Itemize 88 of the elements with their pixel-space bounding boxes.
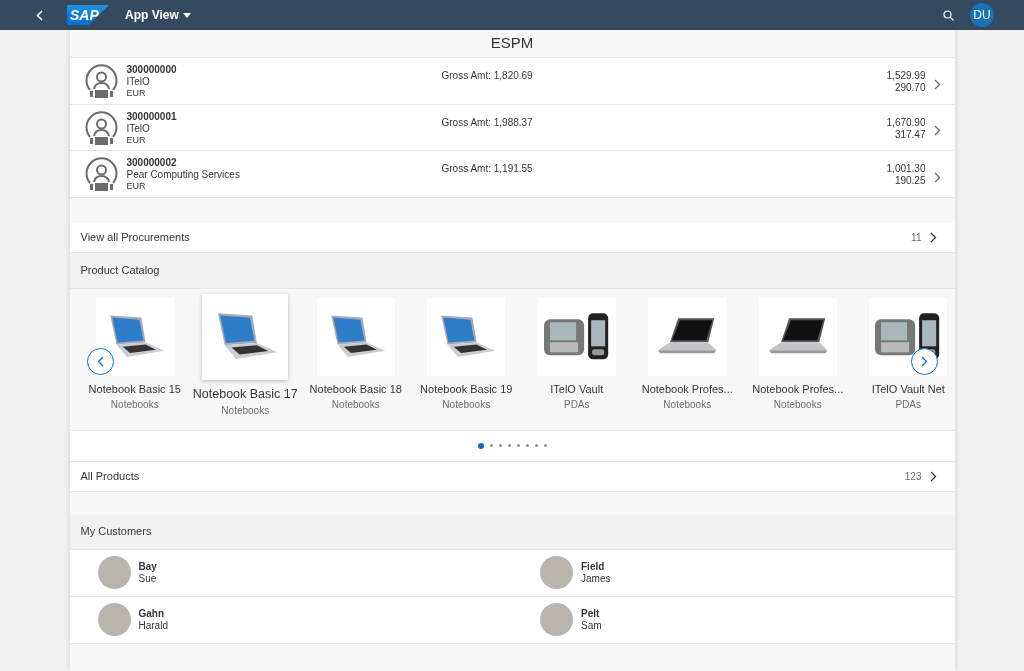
product-category: Notebooks (221, 404, 270, 419)
page-indicator-dot[interactable] (498, 444, 502, 447)
avatar-placeholder (540, 603, 573, 636)
procurement-row[interactable]: 300000000 ITelO EUR Gross Amt: 1,820.69 1,529.99 290.70 (69, 58, 955, 105)
chevron-left-icon (96, 356, 104, 368)
chevron-right-icon (933, 78, 941, 90)
count-text: 123 (904, 469, 922, 484)
net-amount-text: 1,529.99 (886, 70, 926, 82)
procurement-row[interactable]: 300000002 Pear Computing Services EUR Gross Amt: 1,191.55 1,001.30 190.25 (69, 151, 955, 198)
section-title: My Customers (80, 523, 152, 539)
avatar-placeholder (540, 556, 573, 589)
product-tile[interactable]: Notebook Basic 15 Notebooks (79, 293, 190, 430)
supplier-name: ITelO (126, 122, 151, 135)
product-category: Notebooks (663, 398, 712, 412)
product-category: Notebooks (110, 398, 159, 412)
product-tile[interactable]: Notebook Profes... Notebooks (632, 293, 743, 430)
procurement-row[interactable]: 300000001 ITelO EUR Gross Amt: 1,988.37 1,670.90 317.47 (69, 104, 955, 151)
currency-text: EUR (126, 134, 147, 146)
customer-first-name: Sue (138, 572, 157, 585)
section-title: Product Catalog (80, 262, 160, 278)
product-category: PDAs (563, 398, 590, 412)
search-icon[interactable] (943, 9, 954, 21)
product-tile[interactable]: Notebook Profes... Notebooks (742, 293, 853, 430)
product-tile[interactable]: Notebook Basic 17 Notebooks (190, 293, 301, 430)
customer-last-name: Gahn (138, 607, 166, 620)
customer-last-name: Pelt (581, 607, 601, 620)
page-indicator-dot[interactable] (516, 444, 520, 447)
page-indicator-dot[interactable] (507, 444, 511, 447)
chevron-right-icon (929, 470, 937, 482)
all-products-link[interactable]: All Products 123 (69, 461, 955, 492)
supplier-name: ITelO (126, 76, 151, 88)
product-name: Notebook Basic 15 (88, 381, 181, 397)
chevron-right-icon (933, 125, 941, 136)
product-category: Notebooks (331, 398, 380, 412)
net-amount-text: 1,001.30 (886, 163, 926, 175)
avatar-placeholder (97, 556, 131, 589)
caret-icon (182, 12, 191, 18)
tax-amount-text: 190.25 (893, 175, 926, 187)
person-icon (83, 64, 119, 99)
page-indicator-dot[interactable] (489, 444, 493, 447)
page-indicator-dot[interactable] (525, 444, 529, 447)
product-category: Notebooks (773, 398, 822, 412)
tax-amount-text: 317.47 (893, 128, 926, 141)
customer-last-name: Bay (138, 560, 157, 573)
app-title-menu[interactable]: App View (125, 6, 191, 24)
product-name: Notebook Profes... (641, 381, 733, 397)
product-name: ITelO Vault (550, 381, 604, 397)
page-indicator-dot[interactable] (477, 442, 484, 449)
view-all-procurements-link[interactable]: View all Procurements 11 (69, 222, 955, 253)
page-title: ESPM (490, 33, 534, 54)
avatar-placeholder (97, 603, 131, 636)
customer-first-name: James (581, 572, 611, 585)
customer-last-name: Field (581, 560, 606, 573)
logo: SAP (67, 5, 109, 25)
page-indicator-dot[interactable] (534, 444, 538, 447)
person-icon (83, 110, 119, 146)
document-number: 300000001 (126, 110, 178, 123)
product-name: ITelO Vault Net (871, 381, 945, 397)
product-tile[interactable]: Notebook Basic 19 Notebooks (411, 293, 522, 430)
net-amount-text: 1,670.90 (886, 116, 926, 129)
count-text: 11 (911, 230, 922, 245)
chevron-right-icon (920, 356, 928, 368)
chevron-right-icon (929, 231, 937, 243)
page-indicator-dot[interactable] (543, 444, 547, 447)
product-category: Notebooks (442, 398, 491, 412)
currency-text: EUR (126, 88, 147, 99)
user-avatar[interactable]: DU (970, 3, 994, 27)
product-category: PDAs (895, 398, 922, 412)
product-tile[interactable]: Notebook Basic 18 Notebooks (300, 293, 411, 430)
person-icon (83, 157, 119, 192)
gross-amount-text: Gross Amt: 1,191.55 (441, 162, 534, 176)
document-number: 300000000 (126, 64, 178, 76)
back-icon[interactable] (36, 9, 43, 21)
tax-amount-text: 290.70 (893, 82, 926, 94)
product-tile[interactable]: ITelO Vault PDAs (521, 293, 632, 430)
product-tile[interactable]: ITelO Vault Net PDAs (853, 293, 964, 430)
gross-amount-text: Gross Amt: 1,988.37 (441, 115, 534, 130)
customer-first-name: Sam (581, 619, 602, 632)
product-name: Notebook Basic 18 (309, 381, 402, 397)
currency-text: EUR (126, 181, 147, 192)
customer-first-name: Harald (138, 619, 168, 632)
document-number: 300000002 (126, 157, 178, 169)
chevron-right-icon (933, 171, 941, 183)
supplier-name: Pear Computing Services (126, 169, 241, 181)
product-name: Notebook Basic 19 (420, 381, 513, 397)
product-name: Notebook Profes... (752, 381, 844, 397)
product-name: Notebook Basic 17 (192, 385, 298, 403)
gross-amount-text: Gross Amt: 1,820.69 (441, 69, 534, 83)
